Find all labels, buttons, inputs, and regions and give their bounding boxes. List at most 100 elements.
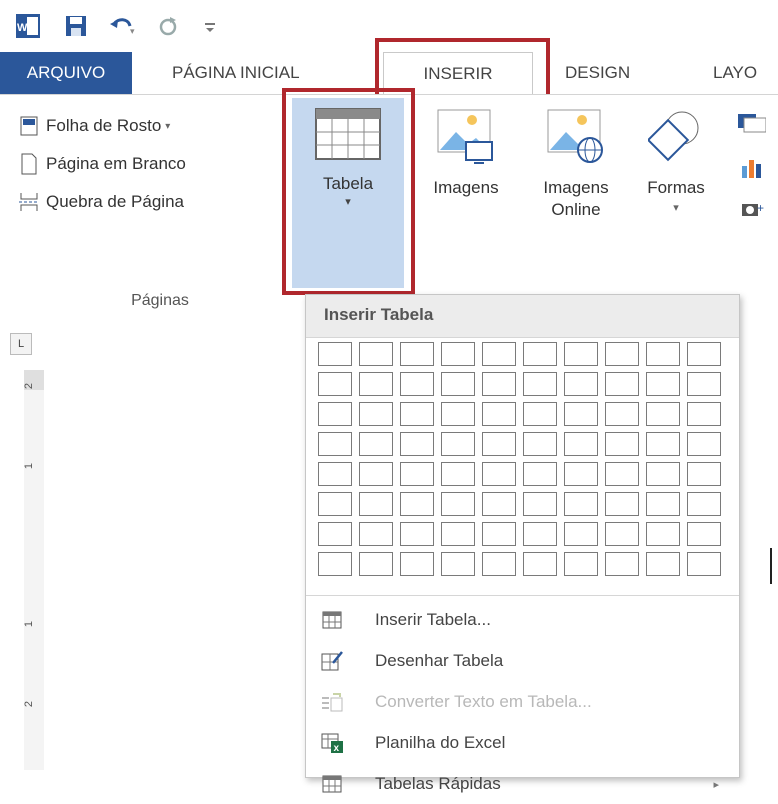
- grid-cell[interactable]: [687, 552, 721, 576]
- grid-cell[interactable]: [687, 342, 721, 366]
- grid-cell[interactable]: [605, 492, 639, 516]
- grid-cell[interactable]: [400, 432, 434, 456]
- grid-cell[interactable]: [646, 372, 680, 396]
- grid-cell[interactable]: [605, 432, 639, 456]
- grid-cell[interactable]: [441, 462, 475, 486]
- grid-cell[interactable]: [646, 522, 680, 546]
- grid-cell[interactable]: [318, 552, 352, 576]
- grid-cell[interactable]: [400, 552, 434, 576]
- document-page[interactable]: [44, 320, 304, 778]
- grid-cell[interactable]: [605, 522, 639, 546]
- chart-icon[interactable]: [740, 156, 766, 183]
- grid-cell[interactable]: [646, 402, 680, 426]
- grid-cell[interactable]: [687, 522, 721, 546]
- grid-cell[interactable]: [523, 492, 557, 516]
- grid-cell[interactable]: [564, 372, 598, 396]
- grid-cell[interactable]: [482, 552, 516, 576]
- tab-selector[interactable]: L: [10, 333, 32, 355]
- grid-cell[interactable]: [605, 402, 639, 426]
- grid-cell[interactable]: [646, 462, 680, 486]
- grid-cell[interactable]: [605, 342, 639, 366]
- grid-cell[interactable]: [318, 492, 352, 516]
- grid-cell[interactable]: [523, 522, 557, 546]
- grid-cell[interactable]: [318, 372, 352, 396]
- grid-cell[interactable]: [400, 342, 434, 366]
- grid-cell[interactable]: [564, 402, 598, 426]
- grid-cell[interactable]: [441, 522, 475, 546]
- grid-cell[interactable]: [687, 432, 721, 456]
- menu-item-quick-tables[interactable]: Tabelas Rápidas ▸: [306, 764, 739, 804]
- save-icon[interactable]: [62, 12, 90, 40]
- grid-cell[interactable]: [564, 552, 598, 576]
- grid-cell[interactable]: [400, 492, 434, 516]
- grid-cell[interactable]: [687, 462, 721, 486]
- grid-cell[interactable]: [441, 552, 475, 576]
- grid-cell[interactable]: [564, 462, 598, 486]
- grid-cell[interactable]: [441, 342, 475, 366]
- grid-cell[interactable]: [359, 342, 393, 366]
- grid-cell[interactable]: [523, 372, 557, 396]
- grid-cell[interactable]: [482, 492, 516, 516]
- grid-cell[interactable]: [318, 402, 352, 426]
- grid-cell[interactable]: [318, 462, 352, 486]
- grid-cell[interactable]: [646, 342, 680, 366]
- grid-cell[interactable]: [441, 372, 475, 396]
- tab-design[interactable]: DESIGN: [565, 52, 630, 94]
- grid-cell[interactable]: [564, 522, 598, 546]
- tab-arquivo[interactable]: ARQUIVO: [0, 52, 132, 94]
- grid-cell[interactable]: [646, 552, 680, 576]
- grid-cell[interactable]: [359, 402, 393, 426]
- grid-cell[interactable]: [482, 432, 516, 456]
- grid-cell[interactable]: [400, 522, 434, 546]
- grid-cell[interactable]: [482, 342, 516, 366]
- images-button[interactable]: Imagens: [416, 108, 516, 258]
- grid-cell[interactable]: [523, 552, 557, 576]
- grid-cell[interactable]: [441, 492, 475, 516]
- grid-cell[interactable]: [646, 492, 680, 516]
- grid-cell[interactable]: [400, 372, 434, 396]
- grid-cell[interactable]: [441, 402, 475, 426]
- grid-cell[interactable]: [523, 462, 557, 486]
- grid-cell[interactable]: [359, 372, 393, 396]
- menu-item-draw-table[interactable]: Desenhar Tabela: [306, 641, 739, 681]
- smartart-icon[interactable]: [736, 112, 767, 139]
- table-size-grid[interactable]: [318, 342, 728, 584]
- grid-cell[interactable]: [564, 432, 598, 456]
- page-break-button[interactable]: Quebra de Página: [18, 188, 184, 216]
- grid-cell[interactable]: [359, 462, 393, 486]
- grid-cell[interactable]: [318, 432, 352, 456]
- word-app-icon[interactable]: W: [14, 12, 42, 40]
- grid-cell[interactable]: [318, 342, 352, 366]
- grid-cell[interactable]: [359, 432, 393, 456]
- grid-cell[interactable]: [441, 432, 475, 456]
- screenshot-icon[interactable]: +: [740, 198, 766, 225]
- grid-cell[interactable]: [523, 402, 557, 426]
- tab-pagina-inicial[interactable]: PÁGINA INICIAL: [172, 52, 300, 94]
- grid-cell[interactable]: [605, 552, 639, 576]
- grid-cell[interactable]: [605, 462, 639, 486]
- grid-cell[interactable]: [687, 372, 721, 396]
- grid-cell[interactable]: [482, 522, 516, 546]
- online-images-button[interactable]: Imagens Online: [526, 108, 626, 258]
- grid-cell[interactable]: [523, 432, 557, 456]
- grid-cell[interactable]: [687, 402, 721, 426]
- undo-icon[interactable]: ▾: [108, 12, 136, 40]
- shapes-button[interactable]: Formas ▾: [628, 108, 724, 258]
- blank-page-button[interactable]: Página em Branco: [18, 150, 186, 178]
- grid-cell[interactable]: [400, 462, 434, 486]
- grid-cell[interactable]: [359, 492, 393, 516]
- grid-cell[interactable]: [400, 402, 434, 426]
- grid-cell[interactable]: [564, 492, 598, 516]
- menu-item-excel-sheet[interactable]: x Planilha do Excel: [306, 723, 739, 763]
- grid-cell[interactable]: [482, 462, 516, 486]
- grid-cell[interactable]: [359, 552, 393, 576]
- cover-page-button[interactable]: Folha de Rosto ▾: [18, 112, 170, 140]
- menu-item-insert-table[interactable]: Inserir Tabela...: [306, 600, 739, 640]
- grid-cell[interactable]: [646, 432, 680, 456]
- menu-item-convert-text[interactable]: Converter Texto em Tabela...: [306, 682, 739, 722]
- grid-cell[interactable]: [359, 522, 393, 546]
- redo-icon[interactable]: [154, 12, 182, 40]
- tab-layout[interactable]: LAYO: [713, 52, 757, 94]
- grid-cell[interactable]: [523, 342, 557, 366]
- grid-cell[interactable]: [605, 372, 639, 396]
